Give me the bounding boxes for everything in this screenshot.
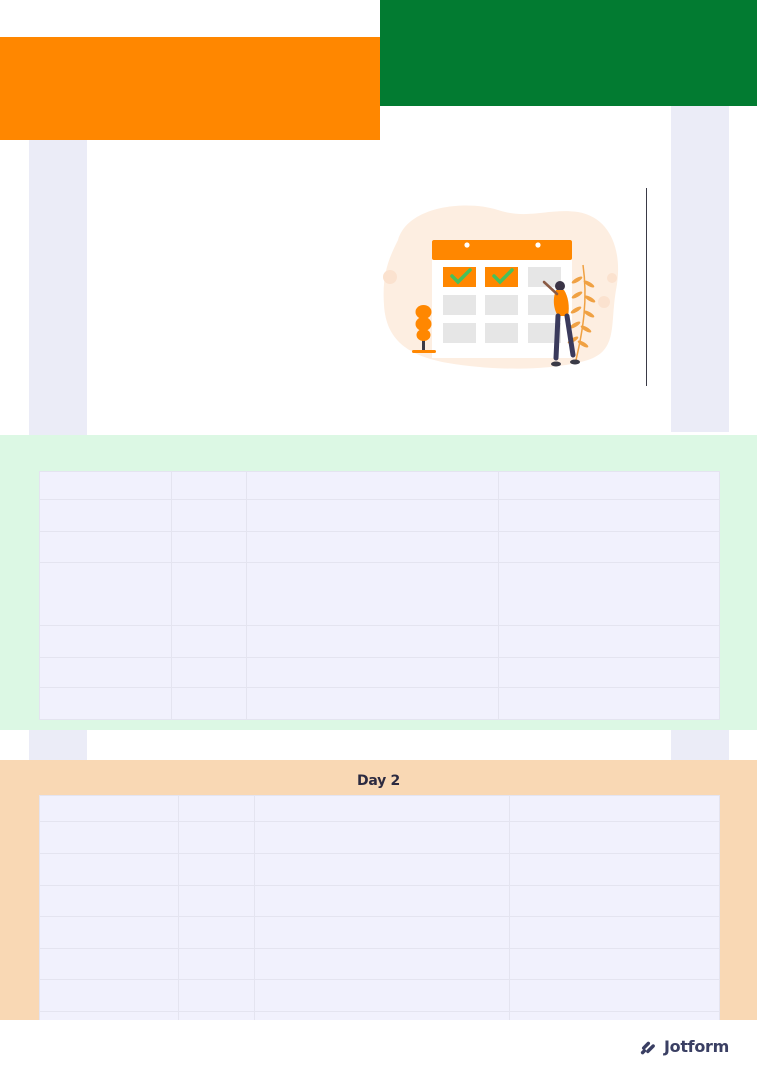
table-cell: [509, 948, 720, 980]
table-cell: [39, 948, 179, 980]
table-cell: [39, 625, 172, 658]
table-cell: [246, 657, 499, 688]
table-cell: [178, 916, 255, 949]
day1-schedule-table: [39, 471, 720, 720]
table-cell: [246, 531, 499, 563]
table-row: [39, 1011, 720, 1020]
calendar-checklist-illustration: [383, 205, 619, 369]
table-row: [39, 499, 720, 532]
jotform-logo-text: Jotform: [663, 1036, 729, 1056]
left-margin-strip-lower: [29, 730, 87, 760]
table-cell: [254, 885, 510, 917]
table-cell: [178, 1011, 255, 1020]
table-cell: [498, 657, 720, 688]
table-row: [39, 979, 720, 1012]
day2-schedule-table: [39, 795, 720, 1020]
table-cell: [39, 853, 179, 886]
table-row: [39, 657, 720, 688]
table-row: [39, 821, 720, 854]
table-header-cell: [246, 471, 499, 500]
table-cell: [171, 531, 247, 563]
table-cell: [178, 821, 255, 854]
footer: Jotform: [0, 1020, 757, 1072]
table-cell: [39, 687, 172, 720]
table-header-cell: [39, 471, 172, 500]
table-row: [39, 625, 720, 658]
table-cell: [498, 625, 720, 658]
table-cell: [39, 562, 172, 626]
table-cell: [254, 979, 510, 1012]
vertical-divider: [646, 188, 647, 386]
orange-header-block: [0, 37, 380, 140]
table-cell: [178, 979, 255, 1012]
table-cell: [509, 885, 720, 917]
table-cell: [246, 562, 499, 626]
table-header-cell: [171, 471, 247, 500]
table-cell: [498, 499, 720, 532]
table-cell: [178, 885, 255, 917]
table-cell: [498, 687, 720, 720]
table-cell: [39, 657, 172, 688]
table-cell: [246, 499, 499, 532]
table-cell: [254, 853, 510, 886]
table-header-cell: [498, 471, 720, 500]
table-cell: [254, 1011, 510, 1020]
table-cell: [246, 687, 499, 720]
table-header-cell: [509, 795, 720, 822]
table-cell: [246, 625, 499, 658]
table-cell: [39, 979, 179, 1012]
green-header-block: [380, 0, 757, 106]
table-cell: [171, 657, 247, 688]
table-cell: [171, 625, 247, 658]
day2-title: Day 2: [357, 773, 400, 789]
table-cell: [171, 562, 247, 626]
table-cell: [39, 531, 172, 563]
table-cell: [39, 499, 172, 532]
table-cell: [254, 948, 510, 980]
jotform-logo-icon: [640, 1041, 655, 1055]
day2-section: Day 2: [0, 760, 757, 1020]
table-cell: [254, 916, 510, 949]
table-cell: [498, 562, 720, 626]
table-cell: [509, 979, 720, 1012]
table-cell: [498, 531, 720, 563]
table-row: [39, 885, 720, 917]
table-cell: [254, 821, 510, 854]
table-row: [39, 948, 720, 980]
table-row: [39, 687, 720, 720]
table-cell: [171, 687, 247, 720]
day1-section: [0, 435, 757, 730]
table-row: [39, 916, 720, 949]
table-row: [39, 853, 720, 886]
table-header-cell: [178, 795, 255, 822]
table-header-cell: [39, 795, 179, 822]
table-header-row: [39, 471, 720, 500]
table-cell: [509, 1011, 720, 1020]
right-margin-strip-lower: [671, 730, 729, 760]
table-cell: [178, 853, 255, 886]
table-cell: [509, 853, 720, 886]
table-cell: [178, 948, 255, 980]
table-cell: [39, 885, 179, 917]
right-margin-strip: [671, 106, 729, 432]
table-cell: [509, 916, 720, 949]
table-cell: [509, 821, 720, 854]
table-cell: [171, 499, 247, 532]
table-row: [39, 562, 720, 626]
table-cell: [39, 821, 179, 854]
table-cell: [39, 916, 179, 949]
table-cell: [39, 1011, 179, 1020]
table-row: [39, 531, 720, 563]
table-header-cell: [254, 795, 510, 822]
jotform-logo[interactable]: Jotform: [640, 1035, 729, 1057]
left-margin-strip: [29, 140, 87, 435]
table-header-row: [39, 795, 720, 822]
